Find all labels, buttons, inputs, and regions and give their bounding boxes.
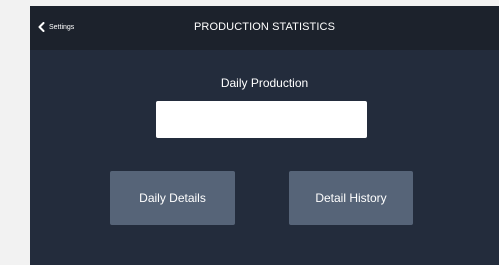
daily-production-field[interactable] bbox=[156, 101, 367, 138]
header-bar: Settings PRODUCTION STATISTICS bbox=[30, 6, 499, 50]
daily-details-button[interactable]: Daily Details bbox=[110, 171, 235, 225]
page-title: PRODUCTION STATISTICS bbox=[193, 21, 336, 33]
detail-history-label: Detail History bbox=[315, 191, 387, 205]
detail-history-button[interactable]: Detail History bbox=[289, 171, 413, 225]
daily-details-label: Daily Details bbox=[139, 191, 206, 205]
daily-production-label: Daily Production bbox=[220, 76, 309, 90]
app-screen: Settings PRODUCTION STATISTICS Daily Pro… bbox=[30, 6, 499, 265]
